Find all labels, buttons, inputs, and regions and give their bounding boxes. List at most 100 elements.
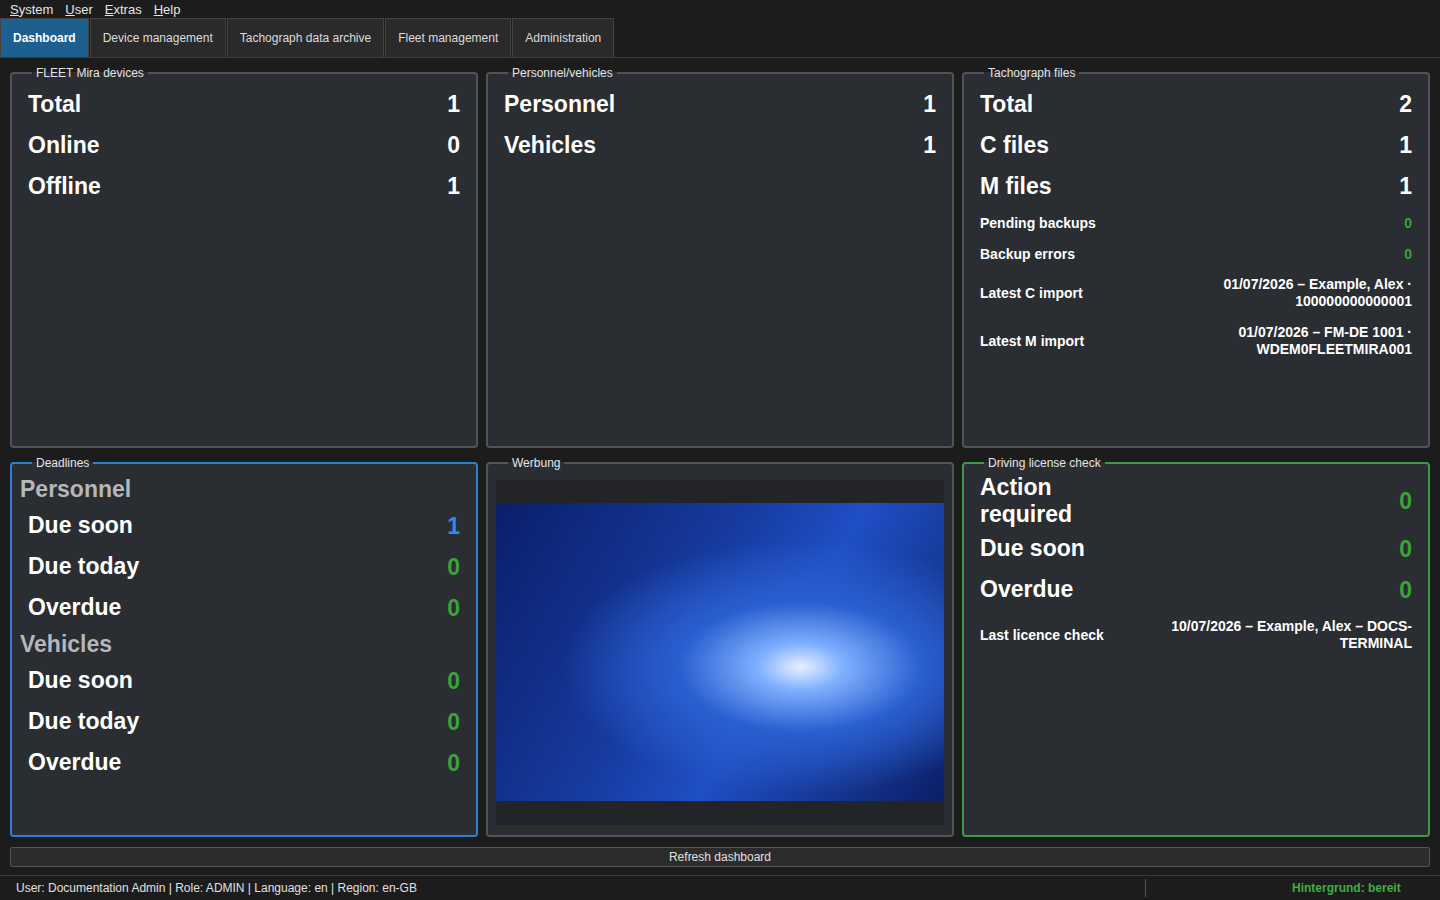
menu-item[interactable]: System [4, 2, 59, 17]
stat-row: Vehicles 1 [504, 125, 936, 166]
stats-list: PersonnelDue soon1Due today0Overdue0Vehi… [28, 474, 460, 784]
tab[interactable]: Tachograph data archive [227, 18, 384, 57]
stat-label: Action required [980, 474, 1140, 529]
stats-list: Total2C files1M files1Pending backups0Ba… [980, 84, 1412, 365]
dashboard-grid: FLEET Mira devices Total 1 Online 0 Offline 1 P… [0, 58, 1440, 845]
stat-value: 1 [447, 173, 460, 200]
stats-panel: DeadlinesPersonnelDue soon1Due today0Ove… [10, 456, 478, 838]
stat-label: Total [980, 91, 1033, 119]
tab[interactable]: Fleet management [385, 18, 511, 57]
stat-value: 0 [1404, 215, 1412, 231]
stat-row: Pending backups 0 [980, 207, 1412, 238]
menu-item[interactable]: Help [148, 2, 187, 17]
stat-row: C files1 [980, 125, 1412, 166]
stat-label: Overdue [28, 594, 121, 622]
menu-bar: SystemUserExtrasHelp [0, 0, 1440, 18]
tab-bar: DashboardDevice managementTachograph dat… [0, 18, 1440, 58]
stat-value: 0 [447, 595, 460, 622]
stat-value: 0 [447, 554, 460, 581]
stat-label: Latest C import [980, 285, 1083, 301]
stats-list: Action required 0 Due soon 0 Overdue 0 Last li… [980, 474, 1412, 659]
stat-label: M files [980, 173, 1052, 201]
stat-value: 1 [447, 513, 460, 540]
stat-label: Overdue [980, 576, 1073, 604]
stat-value: 1 [447, 91, 460, 118]
stat-row: Action required 0 [980, 474, 1412, 529]
stat-value: 1 [1399, 173, 1412, 200]
panel-title: Tachograph files [984, 66, 1079, 80]
stat-value: 0 [1404, 246, 1412, 262]
stat-label: Last licence check [980, 627, 1104, 643]
stat-label: Due soon [28, 512, 133, 540]
stat-row: Due soon 1 [28, 506, 460, 547]
stat-label: Total [28, 91, 81, 119]
stat-row: M files 1 [980, 166, 1412, 207]
stat-label: Online [28, 132, 100, 160]
stat-label: Overdue [28, 749, 121, 777]
stat-label: Backup errors [980, 246, 1075, 262]
menu-item[interactable]: Extras [99, 2, 148, 17]
stat-label: Personnel [20, 476, 131, 503]
stat-value: 01/07/2026 – FM-DE 1001 · WDEM0FLEETMIRA… [1150, 324, 1412, 358]
stat-row: Overdue 0 [980, 570, 1412, 611]
panel-title: FLEET Mira devices [32, 66, 148, 80]
stat-value: 2 [1399, 91, 1412, 118]
stat-label: Due soon [980, 535, 1085, 563]
stat-row: Backup errors 0 [980, 238, 1412, 269]
ad-panel: Werbung [486, 456, 954, 838]
stat-label: Pending backups [980, 215, 1096, 231]
tab[interactable]: Administration [512, 18, 614, 57]
stat-label: Vehicles [504, 132, 596, 160]
tab[interactable]: Dashboard [0, 18, 89, 57]
stat-row: Offline 1 [28, 166, 460, 207]
ad-area [496, 480, 944, 826]
stat-value: 0 [1399, 577, 1412, 604]
stat-label: Personnel [504, 91, 615, 119]
ad-banner[interactable] [496, 503, 944, 801]
stat-row: Due soon 0 [28, 661, 460, 702]
stat-row: Due soon 0 [980, 529, 1412, 570]
status-text: User: Documentation Admin | Role: ADMIN … [0, 881, 1145, 895]
stat-label: Due soon [28, 667, 133, 695]
stat-label: Due today [28, 708, 139, 736]
stat-value: 1 [923, 132, 936, 159]
stats-panel: Driving license checkAction required0Due… [962, 456, 1430, 838]
background-status: Hintergrund: bereit [1145, 879, 1440, 897]
stats-panel: Personnel/vehicles Personnel 1 Vehicles 1 [486, 66, 954, 448]
panel-title: Werbung [508, 456, 564, 470]
stat-row: Total 1 [28, 84, 460, 125]
stats-list: Total 1 Online 0 Offline 1 [28, 84, 460, 207]
section-heading: Personnel [20, 474, 460, 506]
stat-value: 0 [1399, 488, 1412, 515]
status-bar: User: Documentation Admin | Role: ADMIN … [0, 875, 1440, 900]
stat-row: Overdue 0 [28, 743, 460, 784]
menu-item[interactable]: User [59, 2, 98, 17]
tab[interactable]: Device management [90, 18, 226, 57]
stats-panel: Tachograph files Total 2 C files1 M files 1 Pe… [962, 66, 1430, 448]
stat-value: 0 [447, 709, 460, 736]
stat-label: Vehicles [20, 631, 112, 658]
stat-label: Due today [28, 553, 139, 581]
stat-value: 1 [923, 91, 936, 118]
stat-row: Due today 0 [28, 702, 460, 743]
refresh-row: Refresh dashboard [0, 845, 1440, 875]
stat-label: Offline [28, 173, 101, 201]
stat-value: 01/07/2026 – Example, Alex · 10000000000… [1150, 276, 1412, 310]
stat-value: 0 [447, 668, 460, 695]
refresh-button[interactable]: Refresh dashboard [10, 847, 1430, 867]
panel-title: Deadlines [32, 456, 93, 470]
panel-title: Driving license check [984, 456, 1105, 470]
stat-row: Total 2 [980, 84, 1412, 125]
stat-value: 0 [447, 750, 460, 777]
stats-panel: FLEET Mira devices Total 1 Online 0 Offline 1 [10, 66, 478, 448]
stat-row: Latest M import 01/07/2026 – FM-DE 1001 ·… [980, 317, 1412, 365]
stat-row: Overdue 0 [28, 588, 460, 629]
stat-label: Latest M import [980, 333, 1084, 349]
panel-title: Personnel/vehicles [508, 66, 617, 80]
section-heading: Vehicles [20, 629, 460, 661]
stat-row: Latest C import 01/07/2026 – Example, Ale… [980, 269, 1412, 317]
stat-value: 0 [447, 132, 460, 159]
stat-value: 10/07/2026 – Example, Alex – DOCS-TERMIN… [1150, 618, 1412, 652]
stat-value: 1 [1399, 132, 1412, 159]
stat-value: 0 [1399, 536, 1412, 563]
